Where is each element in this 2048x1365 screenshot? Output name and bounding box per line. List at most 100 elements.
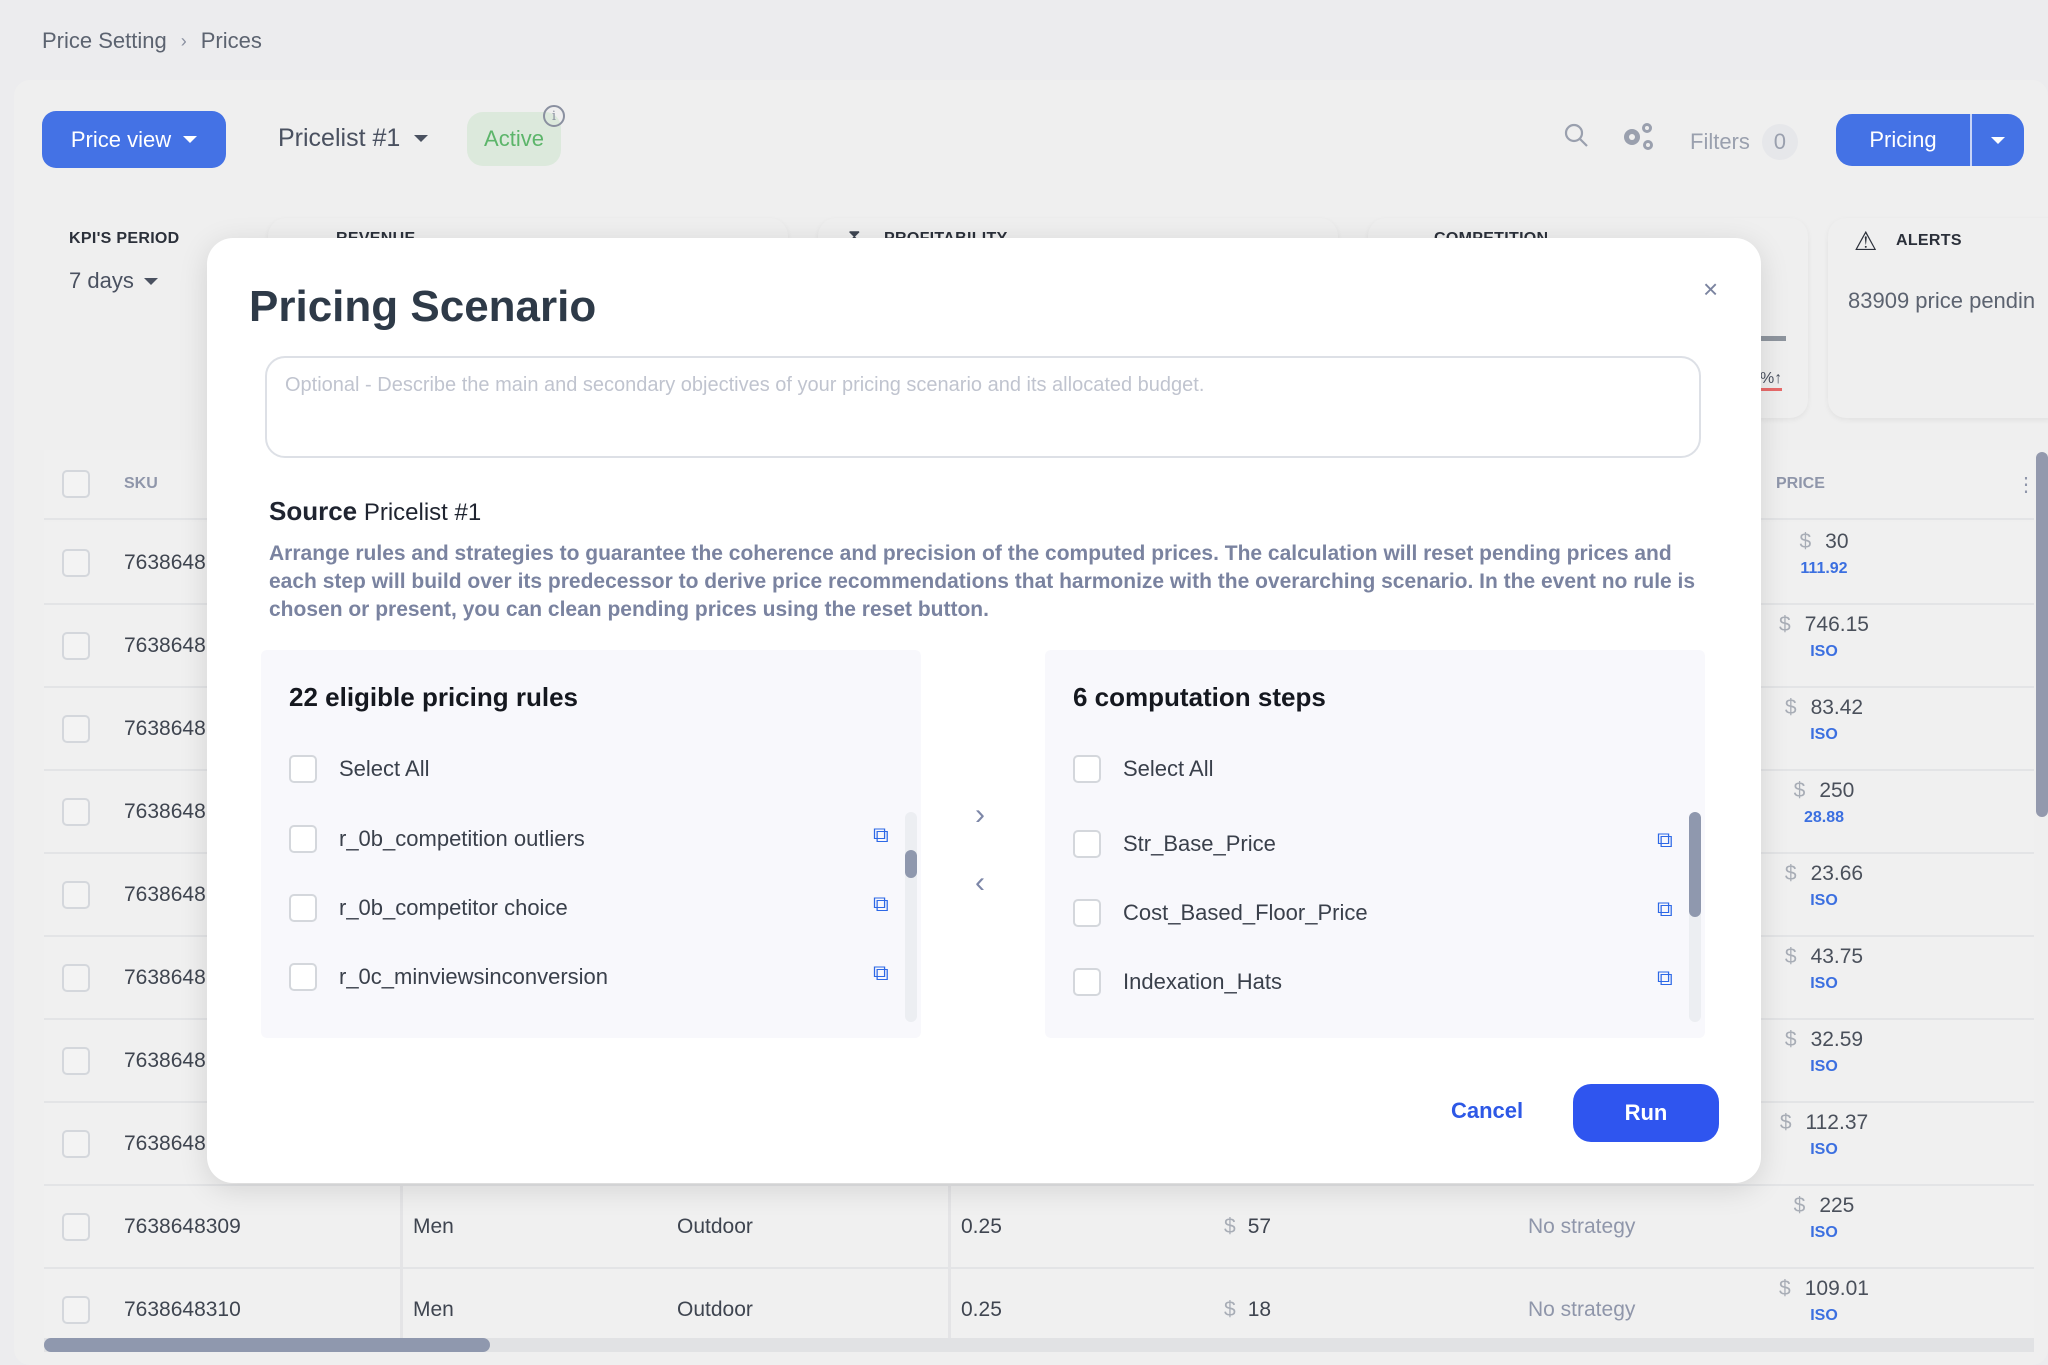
sku-cell: 7638648 (124, 633, 206, 657)
table-row[interactable]: 7638648309 Men Outdoor 0.25 $57 No strategy $2… (44, 1186, 2034, 1269)
checkbox[interactable] (289, 963, 317, 991)
checkbox[interactable] (1073, 830, 1101, 858)
select-all-rules[interactable]: Select All (289, 755, 430, 783)
price-sub-value[interactable]: ISO (1714, 1224, 1934, 1242)
price-value: 250 (1819, 779, 1855, 802)
pricing-button[interactable]: Pricing (1836, 114, 1970, 166)
eligible-rules-title: 22 eligible pricing rules (289, 682, 578, 712)
select-all-steps[interactable]: Select All (1073, 755, 1214, 783)
scenario-description-input[interactable]: Optional - Describe the main and seconda… (265, 356, 1701, 458)
vertical-scrollbar[interactable] (2036, 452, 2048, 817)
sku-cell: 7638648309 (124, 1214, 241, 1238)
kpi-bar (1760, 336, 1786, 341)
select-all-rows-checkbox[interactable] (62, 470, 90, 498)
price-value: 32.59 (1810, 1028, 1864, 1051)
step-label: Cost_Based_Floor_Price (1123, 900, 1368, 925)
row-checkbox[interactable] (62, 1295, 90, 1324)
gears-icon[interactable] (1620, 120, 1656, 159)
warning-icon: ⚠ (1854, 226, 1878, 256)
close-icon[interactable]: × (1703, 274, 1718, 305)
caret-down-icon (143, 277, 158, 285)
filters-button[interactable]: Filters 0 (1690, 124, 1798, 160)
category-cell: Outdoor (677, 1214, 753, 1238)
cancel-button[interactable]: Cancel (1451, 1098, 1523, 1124)
column-header-price[interactable]: PRICE (1776, 450, 1825, 518)
cost-value: 18 (1247, 1297, 1272, 1321)
chevron-right-icon: › (180, 30, 187, 51)
info-icon[interactable]: i (543, 105, 565, 127)
currency-symbol: $ (1224, 1297, 1236, 1321)
pricelist-dropdown[interactable]: Pricelist #1 (278, 124, 429, 153)
rule-item[interactable]: r_0b_competition outliers (289, 825, 585, 853)
checkbox[interactable] (1073, 755, 1101, 783)
row-checkbox[interactable] (62, 1046, 90, 1075)
kpi-period-label: KPI'S PERIOD (69, 230, 180, 247)
row-checkbox[interactable] (62, 548, 90, 577)
breadcrumb-price-setting[interactable]: Price Setting (42, 28, 167, 54)
column-header-sku[interactable]: SKU (124, 450, 158, 518)
currency-symbol: $ (1779, 613, 1791, 636)
price-cell[interactable]: $109.01 ISO (1714, 1277, 1934, 1325)
caret-down-icon (414, 135, 429, 142)
horizontal-scrollbar[interactable] (44, 1338, 490, 1352)
checkbox[interactable] (289, 755, 317, 783)
step-item[interactable]: Indexation_Hats (1073, 968, 1282, 996)
checkbox[interactable] (289, 894, 317, 922)
run-button[interactable]: Run (1573, 1084, 1719, 1142)
row-checkbox[interactable] (62, 880, 90, 909)
search-icon[interactable] (1563, 122, 1589, 155)
external-link-icon[interactable]: ⧉ (873, 960, 889, 986)
sku-cell: 7638648 (124, 1131, 206, 1155)
move-right-icon[interactable]: › (975, 798, 985, 832)
steps-scrollbar[interactable] (1689, 812, 1701, 917)
move-left-icon[interactable]: ‹ (975, 866, 985, 900)
currency-symbol: $ (1784, 1028, 1797, 1051)
elasticity-cell: 0.25 (948, 1269, 1002, 1340)
column-menu-icon[interactable]: ⋮ (2016, 450, 2034, 518)
row-checkbox[interactable] (62, 797, 90, 826)
row-checkbox[interactable] (62, 714, 90, 743)
filters-count: 0 (1761, 124, 1798, 160)
kpi-period-dropdown[interactable]: 7 days (69, 268, 158, 294)
price-view-button[interactable]: Price view (42, 111, 226, 168)
sku-cell: 7638648310 (124, 1297, 241, 1321)
rules-scrollbar[interactable] (905, 850, 917, 878)
sku-cell: 7638648 (124, 1048, 206, 1072)
step-item[interactable]: Cost_Based_Floor_Price (1073, 899, 1368, 927)
step-label: Indexation_Hats (1123, 969, 1282, 994)
rule-item[interactable]: r_0c_minviewsinconversion (289, 963, 608, 991)
price-cell[interactable]: $225 ISO (1714, 1194, 1934, 1242)
rule-label: r_0b_competition outliers (339, 826, 585, 851)
checkbox[interactable] (1073, 968, 1101, 996)
row-checkbox[interactable] (62, 631, 90, 660)
gender-cell: Men (400, 1269, 454, 1340)
external-link-icon[interactable]: ⧉ (1657, 965, 1673, 991)
currency-symbol: $ (1784, 862, 1797, 885)
row-checkbox[interactable] (62, 1129, 90, 1158)
row-checkbox[interactable] (62, 963, 90, 992)
currency-symbol: $ (1779, 1277, 1791, 1300)
price-sub-value[interactable]: ISO (1714, 1307, 1934, 1325)
rule-item[interactable]: r_0b_competitor choice (289, 894, 568, 922)
strategy-cell[interactable]: No strategy (1528, 1269, 1635, 1340)
sku-cell: 7638648 (124, 882, 206, 906)
currency-symbol: $ (1784, 696, 1797, 719)
caret-down-icon (1991, 136, 2005, 144)
rule-label: r_0c_minviewsinconversion (339, 964, 609, 989)
external-link-icon[interactable]: ⧉ (873, 891, 889, 917)
price-value: 109.01 (1804, 1277, 1869, 1300)
cost-cell: $57 (1224, 1186, 1271, 1267)
step-item[interactable]: Str_Base_Price (1073, 830, 1276, 858)
eligible-rules-panel: 22 eligible pricing rules Select All r_0… (261, 650, 921, 1038)
strategy-cell[interactable]: No strategy (1528, 1186, 1635, 1267)
pricing-dropdown-toggle[interactable] (1970, 114, 2024, 166)
row-checkbox[interactable] (62, 1212, 90, 1241)
filters-label: Filters (1690, 129, 1750, 154)
cost-cell: $18 (1224, 1269, 1271, 1340)
checkbox[interactable] (289, 825, 317, 853)
checkbox[interactable] (1073, 899, 1101, 927)
external-link-icon[interactable]: ⧉ (1657, 896, 1673, 922)
external-link-icon[interactable]: ⧉ (873, 822, 889, 848)
table-row[interactable]: 7638648310 Men Outdoor 0.25 $18 No strategy $1… (44, 1269, 2034, 1340)
external-link-icon[interactable]: ⧉ (1657, 827, 1673, 853)
